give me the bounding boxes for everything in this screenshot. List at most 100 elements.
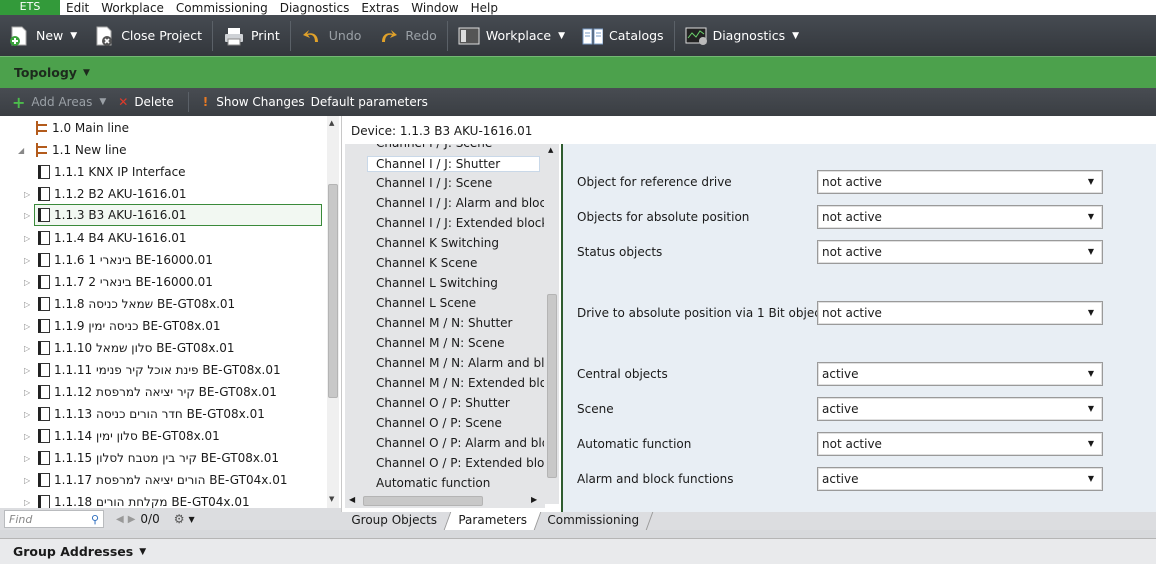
tree-line-item[interactable]: 1.0 Main line [36, 117, 129, 139]
tree-device-item[interactable]: ▷ 1.1.7 בינארי 2 BE-16000.01 [24, 271, 213, 293]
menu-extras[interactable]: Extras [355, 1, 405, 15]
collapse-icon[interactable]: ◢ [18, 146, 24, 155]
tree-device-item[interactable]: ▷ 1.1.15 קיר בין מטבח לסלון BE-GT08x.01 [24, 447, 279, 469]
print-button[interactable]: Print [215, 15, 288, 56]
topology-panel-header[interactable]: Topology ▼ [0, 56, 1156, 88]
parameter-select[interactable]: not active ▼ [817, 432, 1103, 456]
scroll-up-icon[interactable]: ▲ [329, 119, 334, 127]
tree-device-item[interactable]: ▷ 1.1.3 B3 AKU-1616.01 [24, 204, 322, 226]
expand-icon[interactable]: ▷ [24, 454, 30, 463]
tree-device-item[interactable]: ▷ 1.1.9 כניסה ימין BE-GT08x.01 [24, 315, 220, 337]
menu-diagnostics[interactable]: Diagnostics [274, 1, 356, 15]
channel-list-item[interactable]: Channel O / P: Alarm and block [376, 436, 544, 450]
parameter-select[interactable]: active ▼ [817, 397, 1103, 421]
show-changes-button[interactable]: ! Show Changes [197, 95, 311, 109]
tree-device-item[interactable]: ▷ 1.1.2 B2 AKU-1616.01 [24, 183, 187, 205]
channel-list-item[interactable]: Channel I / J: Shutter [367, 156, 540, 172]
default-parameters-button[interactable]: Default parameters [311, 95, 434, 109]
tree-line-item[interactable]: ◢ 1.1 New line [18, 139, 127, 161]
tree-device-item[interactable]: ▷ 1.1.18 מקלחת הורים BE-GT04x.01 [24, 491, 250, 508]
diagnostics-button[interactable]: Diagnostics ▼ [677, 15, 807, 56]
channel-list-item[interactable]: Channel M / N: Scene [376, 336, 544, 350]
previous-result-icon[interactable]: ◀ [116, 514, 124, 525]
new-button[interactable]: New ▼ [0, 15, 85, 56]
expand-icon[interactable]: ▷ [24, 256, 30, 265]
channel-list-item[interactable]: Channel M / N: Extended block [376, 376, 544, 390]
parameter-select[interactable]: not active ▼ [817, 170, 1103, 194]
catalogs-button[interactable]: Catalogs [573, 15, 672, 56]
scrollbar-thumb[interactable] [328, 184, 338, 398]
close-project-button[interactable]: Close Project [85, 15, 210, 56]
expand-icon[interactable]: ▷ [24, 278, 30, 287]
expand-icon[interactable]: ▷ [24, 234, 30, 243]
expand-icon[interactable]: ▷ [24, 498, 30, 507]
tree-scrollbar[interactable]: ▲ ▼ [327, 116, 339, 508]
scroll-right-icon[interactable]: ▶ [531, 495, 537, 504]
scroll-up-icon[interactable]: ▲ [548, 146, 553, 154]
workplace-button[interactable]: Workplace ▼ [450, 15, 573, 56]
tab-parameters[interactable]: Parameters [444, 512, 541, 530]
parameter-select[interactable]: not active ▼ [817, 240, 1103, 264]
tree-device-item[interactable]: 1.1.1 KNX IP Interface [38, 161, 186, 183]
tree-device-item[interactable]: ▷ 1.1.6 בינארי 1 BE-16000.01 [24, 249, 213, 271]
scroll-left-icon[interactable]: ◀ [349, 495, 355, 504]
expand-icon[interactable]: ▷ [24, 388, 30, 397]
menu-edit[interactable]: Edit [60, 1, 95, 15]
tree-device-item[interactable]: ▷ 1.1.8 שמאל כניסה BE-GT08x.01 [24, 293, 235, 315]
expand-icon[interactable]: ▷ [24, 211, 30, 220]
tree-device-item[interactable]: ▷ 1.1.13 חדר הורים כניסה BE-GT08x.01 [24, 403, 265, 425]
tree-device-item[interactable]: ▷ 1.1.4 B4 AKU-1616.01 [24, 227, 187, 249]
expand-icon[interactable]: ▷ [24, 476, 30, 485]
undo-button[interactable]: Undo [293, 15, 370, 56]
delete-button[interactable]: ✕ Delete [112, 95, 180, 109]
expand-icon[interactable]: ▷ [24, 344, 30, 353]
scroll-down-icon[interactable]: ▼ [329, 495, 334, 503]
expand-icon[interactable]: ▷ [24, 432, 30, 441]
channel-list-item[interactable]: Channel I / J: Alarm and block f [376, 196, 544, 210]
scrollbar-thumb[interactable] [363, 496, 483, 506]
redo-button[interactable]: Redo [369, 15, 444, 56]
channel-list-item[interactable]: Channel O / P: Shutter [376, 396, 544, 410]
find-input[interactable]: Find ⚲ [4, 510, 104, 528]
tab-group-objects[interactable]: Group Objects [337, 512, 451, 530]
tree-device-item[interactable]: ▷ 1.1.12 קיר יציאה למרפסת BE-GT08x.01 [24, 381, 277, 403]
parameter-select[interactable]: not active ▼ [817, 301, 1103, 325]
expand-icon[interactable]: ▷ [24, 322, 30, 331]
expand-icon[interactable]: ▷ [24, 190, 30, 199]
menu-commissioning[interactable]: Commissioning [170, 1, 274, 15]
tab-commissioning[interactable]: Commissioning [534, 512, 654, 530]
menu-workplace[interactable]: Workplace [95, 1, 170, 15]
channel-list-item[interactable]: Channel O / P: Extended block [376, 456, 544, 470]
parameter-select[interactable]: not active ▼ [817, 205, 1103, 229]
channel-list-item[interactable]: Channel O / P: Scene [376, 416, 544, 430]
expand-icon[interactable]: ▷ [24, 300, 30, 309]
channel-list-item[interactable]: Channel I / J: Scene [376, 176, 544, 190]
channel-list-item[interactable]: Channel I / J: Scene [376, 144, 544, 150]
scrollbar-thumb[interactable] [547, 294, 557, 478]
chevron-down-icon[interactable]: ▼ [188, 515, 194, 524]
tree-device-item[interactable]: ▷ 1.1.11 פינת אוכל קיר פנימי BE-GT08x.01 [24, 359, 281, 381]
menu-help[interactable]: Help [465, 1, 504, 15]
add-areas-button[interactable]: + Add Areas ▼ [6, 93, 112, 112]
group-addresses-panel-header[interactable]: Group Addresses ▼ [0, 538, 1156, 564]
channel-list-item[interactable]: Channel K Switching [376, 236, 544, 250]
expand-icon[interactable]: ▷ [24, 410, 30, 419]
channel-list-item[interactable]: Channel L Scene [376, 296, 544, 310]
parameter-select[interactable]: active ▼ [817, 362, 1103, 386]
channel-list-item[interactable]: Channel M / N: Alarm and bloc [376, 356, 544, 370]
search-icon[interactable]: ⚲ [91, 513, 99, 526]
channel-list-item[interactable]: Channel M / N: Shutter [376, 316, 544, 330]
expand-icon[interactable]: ▷ [24, 366, 30, 375]
tree-device-item[interactable]: ▷ 1.1.10 סלון שמאל BE-GT08x.01 [24, 337, 235, 359]
channel-list-item[interactable]: Channel K Scene [376, 256, 544, 270]
channel-list-hscrollbar[interactable]: ◀ ▶ [345, 494, 545, 508]
channel-list-scrollbar[interactable]: ▲ [545, 144, 559, 490]
menu-window[interactable]: Window [405, 1, 464, 15]
channel-list-item[interactable]: Automatic function [376, 476, 544, 490]
next-result-icon[interactable]: ▶ [128, 514, 136, 525]
parameter-select[interactable]: active ▼ [817, 467, 1103, 491]
tree-device-item[interactable]: ▷ 1.1.14 סלון ימין BE-GT08x.01 [24, 425, 220, 447]
channel-list-item[interactable]: Channel L Switching [376, 276, 544, 290]
channel-list-item[interactable]: Channel I / J: Extended block fu [376, 216, 544, 230]
tree-device-item[interactable]: ▷ 1.1.17 הורים יציאה למרפסת BE-GT04x.01 [24, 469, 287, 491]
